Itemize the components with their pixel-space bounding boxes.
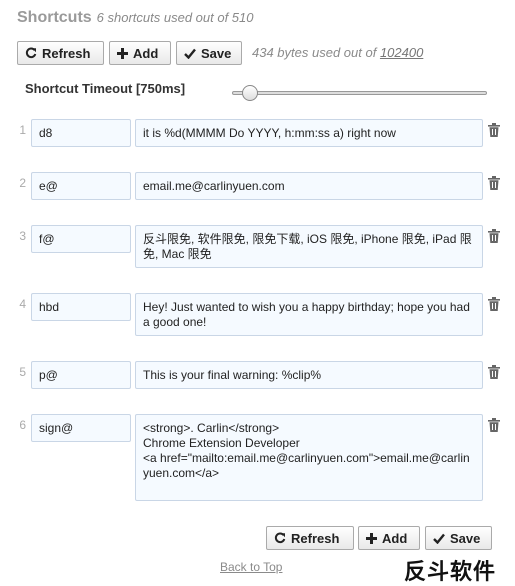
header: Shortcuts 6 shortcuts used out of 510 <box>17 9 254 29</box>
refresh-button-bottom[interactable]: Refresh <box>266 526 354 550</box>
save-label: Save <box>450 530 481 546</box>
shortcut-expansion-input[interactable]: 反斗限免, 软件限免, 限免下载, iOS 限免, iPhone 限免, iPa… <box>135 225 483 268</box>
watermark: 反斗软件 <box>404 559 497 584</box>
shortcut-key-input[interactable]: f@ <box>31 225 131 253</box>
bytes-used-text: 434 bytes used out of <box>252 45 380 60</box>
row-number: 5 <box>19 365 26 379</box>
save-label: Save <box>201 45 232 61</box>
slider-thumb[interactable] <box>242 85 258 101</box>
trash-icon[interactable] <box>488 229 500 243</box>
shortcut-expansion-input[interactable]: it is %d(MMMM Do YYYY, h:mm:ss a) right … <box>135 119 483 147</box>
refresh-label: Refresh <box>291 530 340 546</box>
save-button-bottom[interactable]: Save <box>425 526 492 550</box>
trash-icon[interactable] <box>488 297 500 311</box>
shortcut-expansion-input[interactable]: Hey! Just wanted to wish you a happy bir… <box>135 293 483 336</box>
trash-icon[interactable] <box>488 123 500 137</box>
shortcut-count: 6 shortcuts used out of 510 <box>96 10 254 25</box>
storage-usage: 434 bytes used out of 102400 <box>252 45 423 60</box>
plus-icon <box>117 47 128 59</box>
refresh-icon <box>274 532 286 544</box>
shortcut-key-input[interactable]: e@ <box>31 172 131 200</box>
shortcut-expansion-input[interactable]: email.me@carlinyuen.com <box>135 172 483 200</box>
shortcut-key-input[interactable]: sign@ <box>31 414 131 442</box>
row-number: 6 <box>19 418 26 432</box>
add-label: Add <box>133 45 159 61</box>
add-button-bottom[interactable]: Add <box>358 526 420 550</box>
shortcut-key-input[interactable]: p@ <box>31 361 131 389</box>
trash-icon[interactable] <box>488 176 500 190</box>
page-title: Shortcuts <box>17 9 92 26</box>
row-number: 3 <box>19 229 26 243</box>
refresh-button[interactable]: Refresh <box>17 41 104 65</box>
row-number: 1 <box>19 123 26 137</box>
shortcut-key-input[interactable]: d8 <box>31 119 131 147</box>
back-to-top-link[interactable]: Back to Top <box>220 560 282 574</box>
checkmark-icon <box>184 48 196 59</box>
refresh-label: Refresh <box>42 45 91 61</box>
shortcut-expansion-input[interactable]: This is your final warning: %clip% <box>135 361 483 389</box>
trash-icon[interactable] <box>488 418 500 432</box>
trash-icon[interactable] <box>488 365 500 379</box>
slider-track <box>232 91 487 95</box>
row-number: 4 <box>19 297 26 311</box>
bytes-limit-link[interactable]: 102400 <box>380 45 423 60</box>
timeout-label: Shortcut Timeout [750ms] <box>25 81 186 96</box>
row-number: 2 <box>19 176 26 190</box>
checkmark-icon <box>433 533 445 544</box>
add-label: Add <box>382 530 408 546</box>
save-button[interactable]: Save <box>176 41 242 65</box>
shortcut-expansion-input[interactable]: <strong>. Carlin</strong> Chrome Extensi… <box>135 414 483 501</box>
plus-icon <box>366 532 377 544</box>
shortcut-key-input[interactable]: hbd <box>31 293 131 321</box>
add-button[interactable]: Add <box>109 41 171 65</box>
timeout-slider[interactable] <box>232 84 487 102</box>
refresh-icon <box>25 47 37 59</box>
